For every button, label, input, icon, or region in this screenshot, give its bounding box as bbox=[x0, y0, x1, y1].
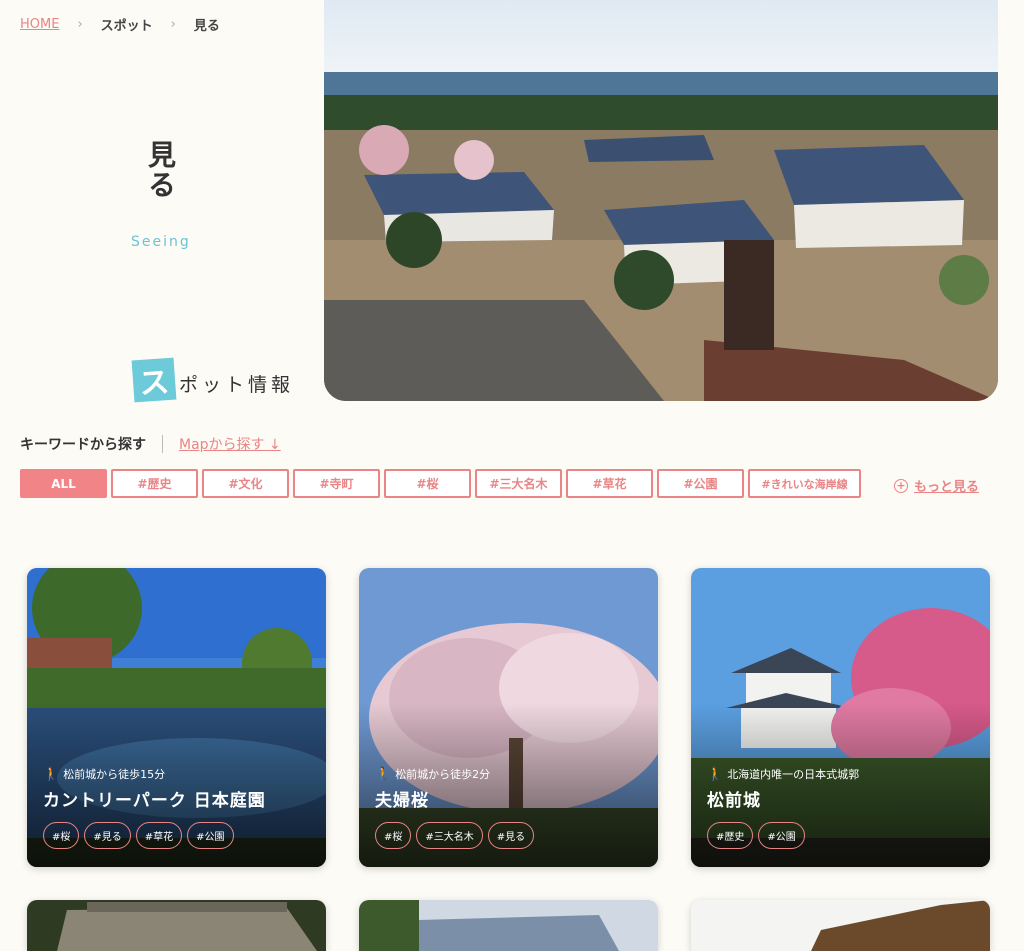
tag-all[interactable]: ALL bbox=[20, 469, 107, 498]
chevron-right-icon: › bbox=[170, 17, 176, 32]
tag-teramachi[interactable]: #寺町 bbox=[293, 469, 380, 498]
card-tag[interactable]: #草花 bbox=[135, 822, 183, 849]
breadcrumb: HOME › スポット › 見る bbox=[20, 15, 220, 34]
breadcrumb-current: 見る bbox=[193, 19, 220, 34]
spot-card[interactable]: 🚶 松前城から徒歩2分 夫婦桜 #桜 #三大名木 #見る bbox=[359, 568, 658, 867]
card-info: 🚶 松前城から徒歩2分 夫婦桜 #桜 #三大名木 #見る bbox=[375, 766, 535, 849]
tag-park[interactable]: #公園 bbox=[657, 469, 744, 498]
card-walk-text: 松前城から徒歩15分 bbox=[63, 768, 166, 781]
map-search-link[interactable]: Mapから探す ↓ bbox=[179, 434, 281, 454]
tag-culture[interactable]: #文化 bbox=[202, 469, 289, 498]
tag-flowers[interactable]: #草花 bbox=[566, 469, 653, 498]
walking-icon: 🚶 bbox=[707, 766, 724, 782]
plus-circle-icon: + bbox=[894, 478, 908, 493]
spot-card-image bbox=[27, 900, 326, 951]
card-walk: 🚶 松前城から徒歩2分 bbox=[375, 766, 534, 782]
card-tag[interactable]: #公園 bbox=[758, 822, 805, 849]
card-tag[interactable]: #三大名木 bbox=[416, 822, 483, 849]
spot-card-image bbox=[691, 900, 990, 951]
spot-card[interactable] bbox=[359, 900, 658, 951]
divider bbox=[162, 435, 163, 453]
keyword-search-label: キーワードから探す bbox=[20, 437, 146, 453]
spot-info-logo: ス ポット情報 bbox=[131, 357, 295, 403]
card-tag[interactable]: #公園 bbox=[187, 822, 234, 849]
card-tags: #歴史 #公園 bbox=[707, 822, 859, 849]
card-tag[interactable]: #桜 bbox=[375, 822, 412, 849]
card-tag[interactable]: #歴史 bbox=[707, 822, 754, 849]
card-walk-text: 北海道内唯一の日本式城郭 bbox=[727, 768, 860, 781]
spot-card-image bbox=[359, 900, 658, 951]
spot-logo-text: ポット情報 bbox=[179, 374, 295, 396]
card-tags: #桜 #三大名木 #見る bbox=[375, 822, 535, 849]
more-tags-link[interactable]: + もっと見る bbox=[894, 476, 979, 495]
card-tags: #桜 #見る #草花 #公園 bbox=[43, 822, 266, 849]
tag-history[interactable]: #歴史 bbox=[111, 469, 198, 498]
card-tag[interactable]: #見る bbox=[84, 822, 131, 849]
card-tag[interactable]: #桜 bbox=[43, 822, 80, 849]
tag-filter-list: ALL #歴史 #文化 #寺町 #桜 #三大名木 #草花 #公園 #きれいな海岸… bbox=[20, 469, 861, 498]
chevron-right-icon: › bbox=[77, 17, 83, 32]
walking-icon: 🚶 bbox=[375, 766, 392, 782]
page-subtitle: Seeing bbox=[131, 234, 191, 250]
card-walk: 🚶 松前城から徒歩15分 bbox=[43, 766, 266, 782]
more-tags-label: もっと見る bbox=[914, 480, 980, 495]
card-walk: 🚶 北海道内唯一の日本式城郭 bbox=[707, 766, 859, 782]
card-tag[interactable]: #見る bbox=[487, 822, 535, 849]
tag-sakura[interactable]: #桜 bbox=[384, 469, 471, 498]
tag-three-great-trees[interactable]: #三大名木 bbox=[475, 469, 562, 498]
card-walk-text: 松前城から徒歩2分 bbox=[395, 768, 491, 781]
card-title: カントリーパーク 日本庭園 bbox=[43, 791, 266, 811]
spot-card[interactable]: 🚶 松前城から徒歩15分 カントリーパーク 日本庭園 #桜 #見る #草花 #公… bbox=[27, 568, 326, 867]
spot-card[interactable] bbox=[691, 900, 990, 951]
spot-card[interactable]: 🚶 北海道内唯一の日本式城郭 松前城 #歴史 #公園 bbox=[691, 568, 990, 867]
breadcrumb-home-link[interactable]: HOME bbox=[20, 17, 59, 32]
card-info: 🚶 松前城から徒歩15分 カントリーパーク 日本庭園 #桜 #見る #草花 #公… bbox=[43, 766, 266, 849]
hero-image bbox=[324, 0, 998, 401]
spot-card[interactable] bbox=[27, 900, 326, 951]
page-title: 見る bbox=[144, 140, 177, 200]
card-info: 🚶 北海道内唯一の日本式城郭 松前城 #歴史 #公園 bbox=[707, 766, 859, 849]
card-title: 松前城 bbox=[707, 791, 761, 811]
spot-logo-letter: ス bbox=[131, 357, 177, 403]
tag-coastline[interactable]: #きれいな海岸線 bbox=[748, 469, 861, 498]
breadcrumb-spot-link[interactable]: スポット bbox=[101, 15, 153, 34]
search-row: キーワードから探す Mapから探す ↓ bbox=[20, 434, 281, 454]
card-title: 夫婦桜 bbox=[375, 791, 429, 811]
walking-icon: 🚶 bbox=[43, 766, 60, 782]
